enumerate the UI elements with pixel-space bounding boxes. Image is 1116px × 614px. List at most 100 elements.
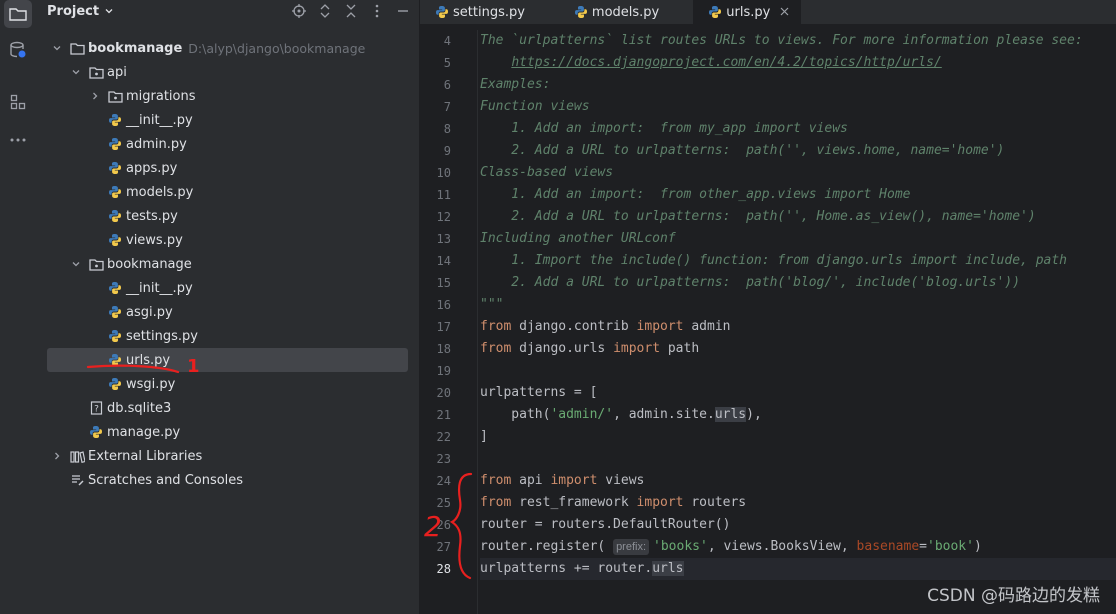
- tree-item-label: bookmanage: [88, 40, 183, 56]
- code-line[interactable]: from rest_framework import routers: [480, 492, 1116, 514]
- locate-file-icon[interactable]: [289, 1, 309, 21]
- tree-item-tests-py[interactable]: tests.py: [36, 204, 419, 228]
- python-file-icon: [107, 328, 123, 344]
- code-line[interactable]: 2. Add a URL to urlpatterns: path('', Ho…: [480, 206, 1116, 228]
- tree-item-settings-py[interactable]: settings.py: [36, 324, 419, 348]
- tree-item-db-sqlite3[interactable]: ? db.sqlite3: [36, 396, 419, 420]
- code-line[interactable]: from django.contrib import admin: [480, 316, 1116, 338]
- code-line[interactable]: from django.urls import path: [480, 338, 1116, 360]
- line-number: 5: [443, 56, 451, 70]
- tree-item-init-py[interactable]: __init__.py: [36, 108, 419, 132]
- options-icon[interactable]: [367, 1, 387, 21]
- tree-item-init-py[interactable]: __init__.py: [36, 276, 419, 300]
- code-line[interactable]: """: [480, 294, 1116, 316]
- code-line[interactable]: The `urlpatterns` list routes URLs to vi…: [480, 30, 1116, 52]
- code-line[interactable]: [480, 448, 1116, 470]
- tree-item-manage-py[interactable]: manage.py: [36, 420, 419, 444]
- code-line[interactable]: 1. Add an import: from other_app.views i…: [480, 184, 1116, 206]
- tree-item-apps-py[interactable]: apps.py: [36, 156, 419, 180]
- tree-item-api[interactable]: api: [36, 60, 419, 84]
- code-line[interactable]: Function views: [480, 96, 1116, 118]
- tree-item-label: manage.py: [107, 424, 181, 440]
- database-tool-icon[interactable]: [4, 36, 32, 64]
- tab-settings-py[interactable]: settings.py: [420, 0, 559, 24]
- project-panel-title[interactable]: Project: [47, 4, 99, 19]
- line-number: 7: [443, 100, 451, 114]
- chevron-down-icon[interactable]: [104, 6, 114, 16]
- tree-item-migrations[interactable]: migrations: [36, 84, 419, 108]
- code-line[interactable]: 2. Add a URL to urlpatterns: path('', vi…: [480, 140, 1116, 162]
- code-line[interactable]: from api import views: [480, 470, 1116, 492]
- line-number: 21: [436, 408, 451, 422]
- collapse-all-icon[interactable]: [341, 1, 361, 21]
- watermark: CSDN @码路边的发糕: [927, 586, 1100, 606]
- tree-item-label: settings.py: [126, 328, 198, 344]
- tree-item-bookmanage[interactable]: bookmanage: [36, 252, 419, 276]
- python-file-icon: [107, 208, 123, 224]
- editor-tabs: settings.py models.py urls.py: [420, 0, 1116, 24]
- tree-item-models-py[interactable]: models.py: [36, 180, 419, 204]
- code-editor[interactable]: 4 5 6 7 8 9 10 11 12 13 14 15 16 17 18 19 20 21 22 23 24 25 26…: [420, 30, 1116, 614]
- python-file-icon: [88, 424, 104, 440]
- chevron-right-icon[interactable]: [88, 89, 102, 103]
- code-line[interactable]: urlpatterns += router.urls: [480, 558, 1116, 580]
- code-line[interactable]: 1. Add an import: from my_app import vie…: [480, 118, 1116, 140]
- code-line[interactable]: Examples:: [480, 74, 1116, 96]
- tree-item-scratches-and-consoles[interactable]: Scratches and Consoles: [36, 468, 419, 492]
- code-line[interactable]: path('admin/', admin.site.urls),: [480, 404, 1116, 426]
- tree-item-label: views.py: [126, 232, 183, 248]
- chevron-down-icon[interactable]: [69, 257, 83, 271]
- structure-tool-icon[interactable]: [4, 88, 32, 116]
- tree-item-bookmanage[interactable]: bookmanage D:\alyp\django\bookmanage: [36, 36, 419, 60]
- expand-all-icon[interactable]: [315, 1, 335, 21]
- code-line[interactable]: router.register( prefix:'books', views.B…: [480, 536, 1116, 558]
- line-number: 13: [436, 232, 451, 246]
- code-line[interactable]: ]: [480, 426, 1116, 448]
- tab-models-py[interactable]: models.py: [559, 0, 693, 24]
- code-line[interactable]: 1. Import the include() function: from d…: [480, 250, 1116, 272]
- code-line[interactable]: Class-based views: [480, 162, 1116, 184]
- code-line[interactable]: 2. Add a URL to urlpatterns: path('blog/…: [480, 272, 1116, 294]
- tree-item-label: tests.py: [126, 208, 178, 224]
- tree-item-label: migrations: [126, 88, 196, 104]
- line-number: 28: [436, 562, 451, 576]
- tab-label: models.py: [591, 4, 660, 20]
- tree-item-asgi-py[interactable]: asgi.py: [36, 300, 419, 324]
- project-tool-icon[interactable]: [4, 0, 32, 28]
- line-number: 25: [436, 496, 451, 510]
- tree-item-label: apps.py: [126, 160, 178, 176]
- line-number: 16: [436, 298, 451, 312]
- code-area[interactable]: The `urlpatterns` list routes URLs to vi…: [480, 30, 1116, 614]
- more-tools-icon[interactable]: [4, 126, 32, 154]
- chevron-right-icon[interactable]: [50, 449, 64, 463]
- tree-item-wsgi-py[interactable]: wsgi.py: [36, 372, 419, 396]
- line-number: 19: [436, 364, 451, 378]
- code-line[interactable]: Including another URLconf: [480, 228, 1116, 250]
- code-line[interactable]: https://docs.djangoproject.com/en/4.2/to…: [480, 52, 1116, 74]
- python-file-icon: [107, 304, 123, 320]
- close-tab-icon[interactable]: [780, 5, 789, 19]
- code-line[interactable]: router = routers.DefaultRouter(): [480, 514, 1116, 536]
- project-path-hint: D:\alyp\django\bookmanage: [188, 40, 366, 56]
- hide-panel-icon[interactable]: [393, 1, 413, 21]
- code-line[interactable]: [480, 360, 1116, 382]
- tree-item-admin-py[interactable]: admin.py: [36, 132, 419, 156]
- tree-item-views-py[interactable]: views.py: [36, 228, 419, 252]
- package-folder-icon: [107, 88, 123, 104]
- line-number: 14: [436, 254, 451, 268]
- chevron-down-icon[interactable]: [50, 41, 64, 55]
- tree-item-urls-py[interactable]: urls.py: [47, 348, 408, 372]
- tab-urls-py[interactable]: urls.py: [693, 0, 802, 24]
- tree-item-label: External Libraries: [88, 448, 203, 464]
- line-number: 15: [436, 276, 451, 290]
- code-line[interactable]: urlpatterns = [: [480, 382, 1116, 404]
- tree-item-external-libraries[interactable]: External Libraries: [36, 444, 419, 468]
- python-file-icon: [707, 4, 723, 20]
- chevron-down-icon[interactable]: [69, 65, 83, 79]
